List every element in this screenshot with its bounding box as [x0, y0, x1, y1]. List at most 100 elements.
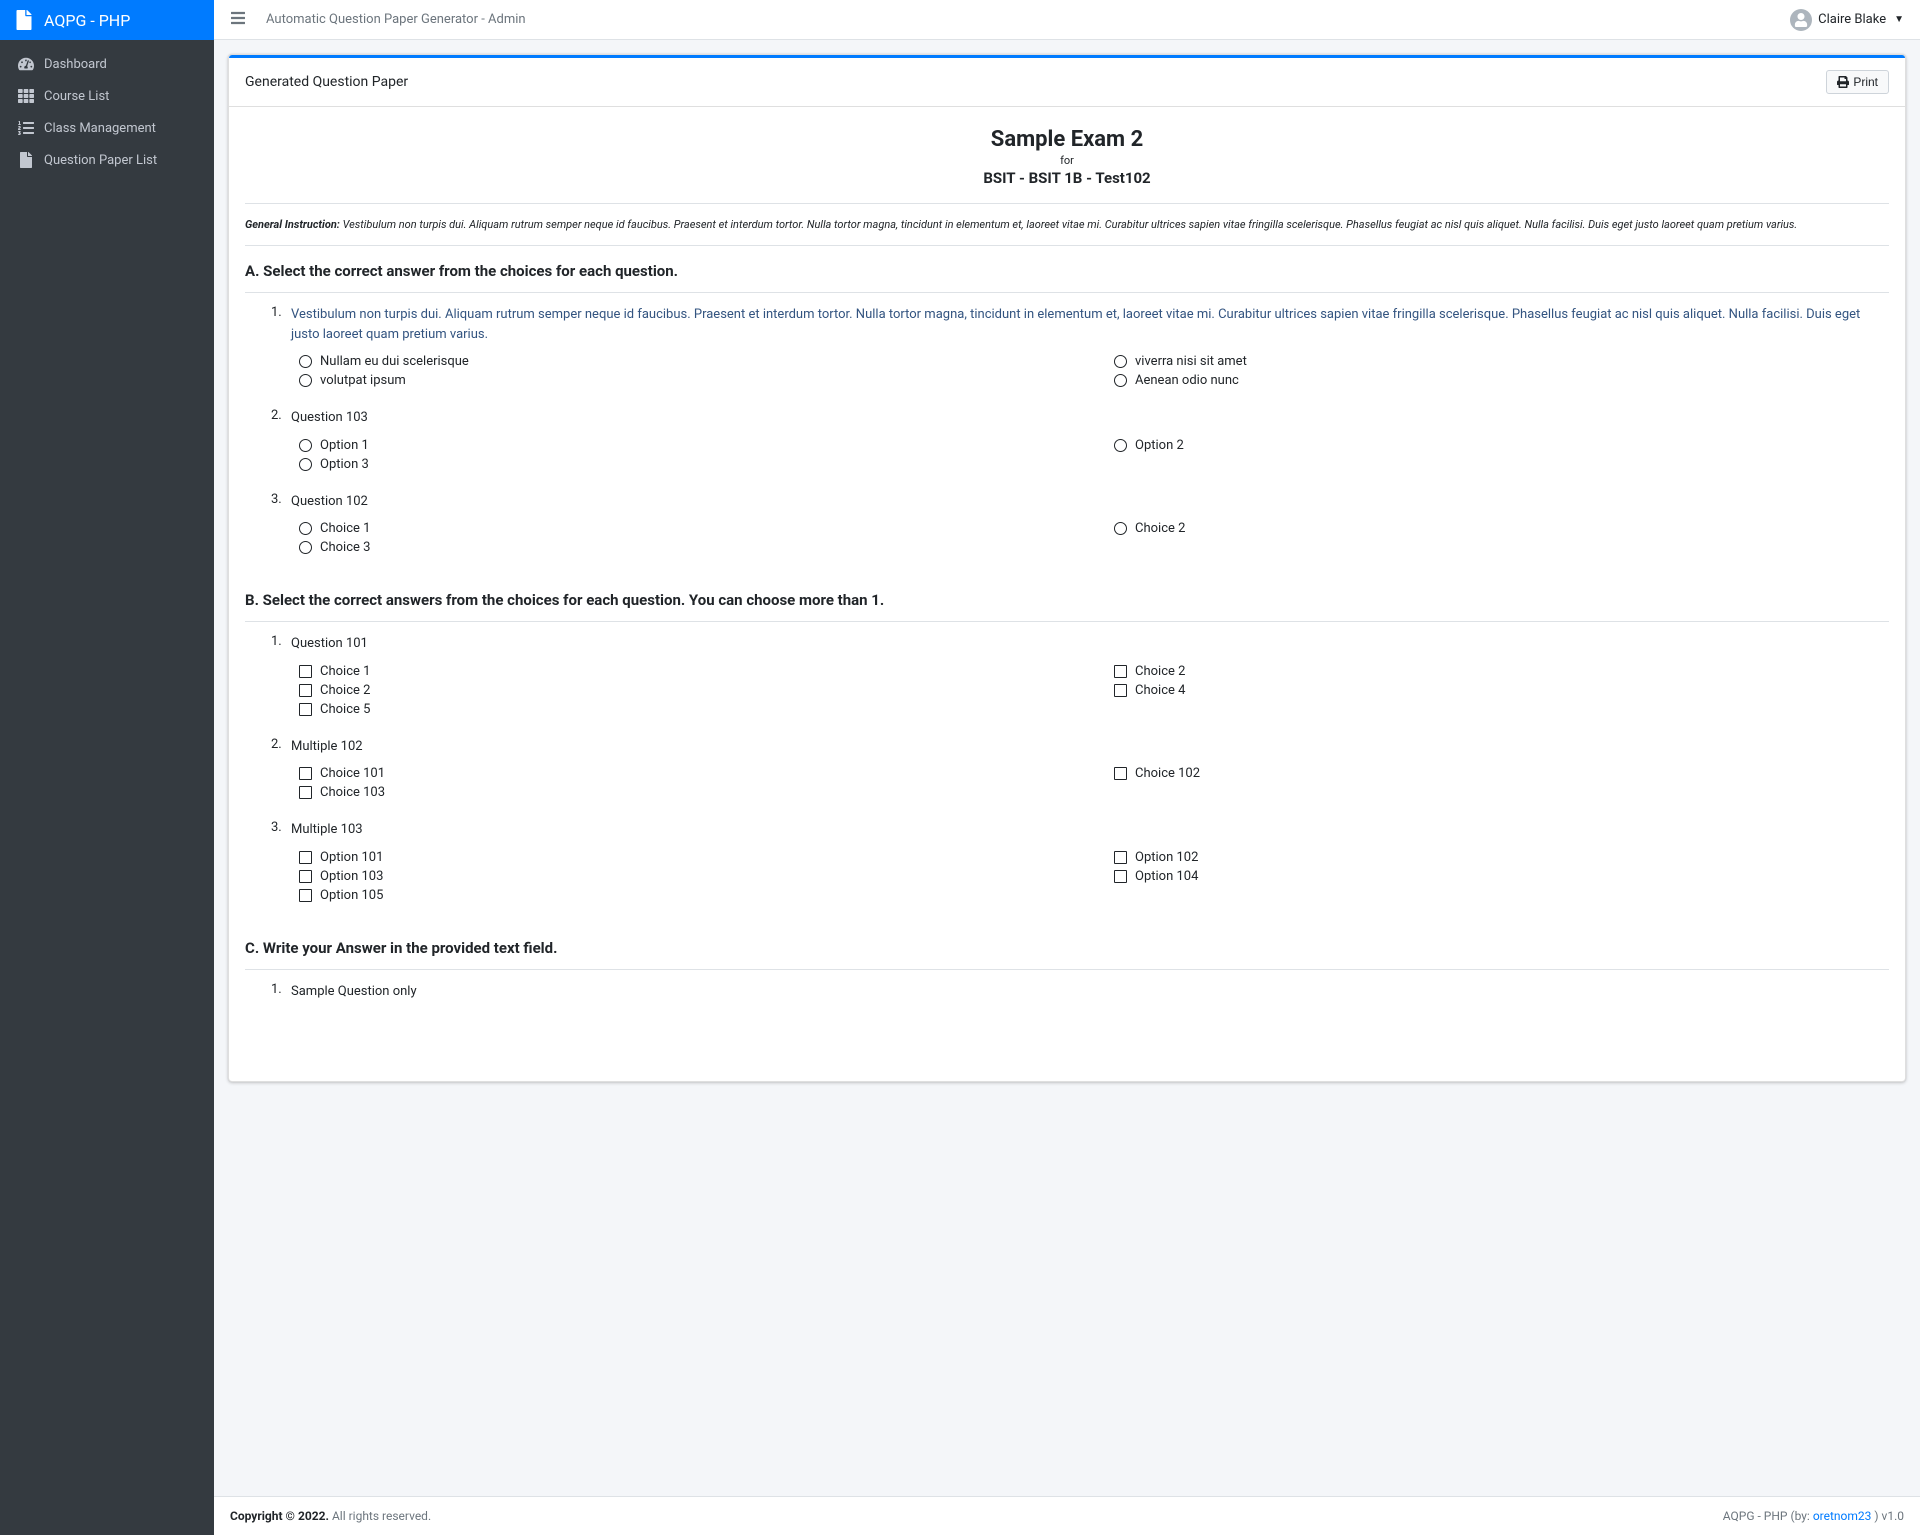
choice[interactable]: Choice 3 — [299, 540, 1074, 555]
radio-icon — [299, 439, 312, 452]
choice-label: Option 103 — [320, 869, 383, 884]
brand-text: AQPG - PHP — [44, 11, 130, 30]
choice[interactable]: Choice 101 — [299, 766, 1074, 781]
checkbox-icon — [299, 665, 312, 678]
checkbox-icon — [299, 786, 312, 799]
choice-label: Nullam eu dui scelerisque — [320, 354, 469, 369]
radio-icon — [1114, 439, 1127, 452]
choice[interactable]: Option 104 — [1114, 869, 1889, 884]
section-title: B. Select the correct answers from the c… — [245, 575, 1889, 621]
checkbox-icon — [299, 889, 312, 902]
sidebar-item-question-paper-list[interactable]: Question Paper List — [0, 144, 214, 176]
user-menu[interactable]: Claire Blake ▼ — [1790, 9, 1904, 31]
question-number: 1. — [271, 634, 291, 649]
radio-icon — [299, 522, 312, 535]
choice[interactable]: Choice 2 — [1114, 521, 1889, 536]
question-text: Sample Question only — [291, 982, 1889, 1002]
sidebar-item-label: Question Paper List — [44, 153, 157, 168]
radio-icon — [1114, 522, 1127, 535]
question: 3.Question 102Choice 1Choice 2Choice 3 — [271, 492, 1889, 556]
choice-label: Choice 2 — [1135, 521, 1185, 536]
choice[interactable]: viverra nisi sit amet — [1114, 354, 1889, 369]
general-instruction: General Instruction: Vestibulum non turp… — [245, 204, 1889, 245]
choice[interactable]: Choice 102 — [1114, 766, 1889, 781]
choice-label: Aenean odio nunc — [1135, 373, 1239, 388]
question-text: Question 102 — [291, 492, 1889, 512]
checkbox-icon — [1114, 870, 1127, 883]
checkbox-icon — [299, 851, 312, 864]
print-button[interactable]: Print — [1826, 70, 1889, 94]
radio-icon — [299, 355, 312, 368]
choice-label: Choice 1 — [320, 664, 370, 679]
choice-label: Choice 1 — [320, 521, 370, 536]
choice[interactable]: Choice 1 — [299, 521, 1074, 536]
question-number: 2. — [271, 737, 291, 752]
card-title: Generated Question Paper — [245, 74, 408, 90]
question-text: Multiple 103 — [291, 820, 1889, 840]
sidebar-item-course-list[interactable]: Course List — [0, 80, 214, 112]
choice-label: volutpat ipsum — [320, 373, 406, 388]
sidebar: AQPG - PHP DashboardCourse List Class Man… — [0, 0, 214, 1535]
choice-label: Choice 103 — [320, 785, 385, 800]
sidebar-item-label: Class Management — [44, 121, 156, 136]
choice[interactable]: Choice 1 — [299, 664, 1074, 679]
th-list-icon — [16, 88, 36, 104]
choice[interactable]: Choice 2 — [1114, 664, 1889, 679]
choice-label: Option 1 — [320, 438, 369, 453]
question-number: 3. — [271, 820, 291, 835]
choice-label: Option 101 — [320, 850, 383, 865]
footer-author-link[interactable]: oretnom23 — [1813, 1509, 1872, 1523]
list-ol-icon — [16, 120, 36, 136]
section-title: A. Select the correct answer from the ch… — [245, 246, 1889, 292]
checkbox-icon — [299, 703, 312, 716]
navbar-title: Automatic Question Paper Generator - Adm… — [266, 12, 526, 27]
choice[interactable]: Option 101 — [299, 850, 1074, 865]
file-icon — [16, 152, 36, 168]
choice-label: Choice 101 — [320, 766, 385, 781]
choice[interactable]: Option 102 — [1114, 850, 1889, 865]
choice[interactable]: Choice 103 — [299, 785, 1074, 800]
question-text: Question 101 — [291, 634, 1889, 654]
choice[interactable]: Aenean odio nunc — [1114, 373, 1889, 388]
brand-link[interactable]: AQPG - PHP — [0, 0, 214, 40]
sidebar-item-dashboard[interactable]: Dashboard — [0, 48, 214, 80]
choice[interactable]: Choice 4 — [1114, 683, 1889, 698]
choice-label: Choice 102 — [1135, 766, 1200, 781]
dashboard-icon — [16, 56, 36, 72]
choice[interactable]: Option 3 — [299, 457, 1074, 472]
choice-label: Choice 2 — [1135, 664, 1185, 679]
question: 1.Question 101 Choice 1 Choice 2 Choice 2 Ch… — [271, 634, 1889, 717]
choice[interactable]: Option 105 — [299, 888, 1074, 903]
choice[interactable]: Option 1 — [299, 438, 1074, 453]
question-paper-card: Generated Question Paper Print Sample Ex… — [228, 54, 1906, 1082]
choice-label: Option 105 — [320, 888, 383, 903]
navbar: Automatic Question Paper Generator - Adm… — [214, 0, 1920, 40]
question: 3.Multiple 103 Option 101 Option 102 Option… — [271, 820, 1889, 903]
choice-label: Option 102 — [1135, 850, 1198, 865]
sidebar-toggle[interactable] — [230, 10, 246, 30]
checkbox-icon — [299, 767, 312, 780]
caret-down-icon: ▼ — [1894, 14, 1904, 25]
section-title: C. Write your Answer in the provided tex… — [245, 923, 1889, 969]
choice[interactable]: Choice 5 — [299, 702, 1074, 717]
nav-sidebar: DashboardCourse List Class Management Ques… — [0, 40, 214, 184]
radio-icon — [299, 541, 312, 554]
sidebar-item-class-management[interactable]: Class Management — [0, 112, 214, 144]
checkbox-icon — [299, 870, 312, 883]
checkbox-icon — [1114, 684, 1127, 697]
exam-class: BSIT - BSIT 1B - Test102 — [245, 169, 1889, 187]
choice-label: Choice 5 — [320, 702, 370, 717]
question: 1.Vestibulum non turpis dui. Aliquam rut… — [271, 305, 1889, 388]
checkbox-icon — [299, 684, 312, 697]
choice[interactable]: volutpat ipsum — [299, 373, 1074, 388]
choice-label: Choice 2 — [320, 683, 370, 698]
footer: Copyright © 2022. All rights reserved. A… — [214, 1496, 1920, 1535]
checkbox-icon — [1114, 767, 1127, 780]
choice[interactable]: Option 103 — [299, 869, 1074, 884]
radio-icon — [299, 374, 312, 387]
choice-label: viverra nisi sit amet — [1135, 354, 1247, 369]
question-number: 1. — [271, 982, 291, 997]
choice[interactable]: Nullam eu dui scelerisque — [299, 354, 1074, 369]
choice[interactable]: Option 2 — [1114, 438, 1889, 453]
choice[interactable]: Choice 2 — [299, 683, 1074, 698]
